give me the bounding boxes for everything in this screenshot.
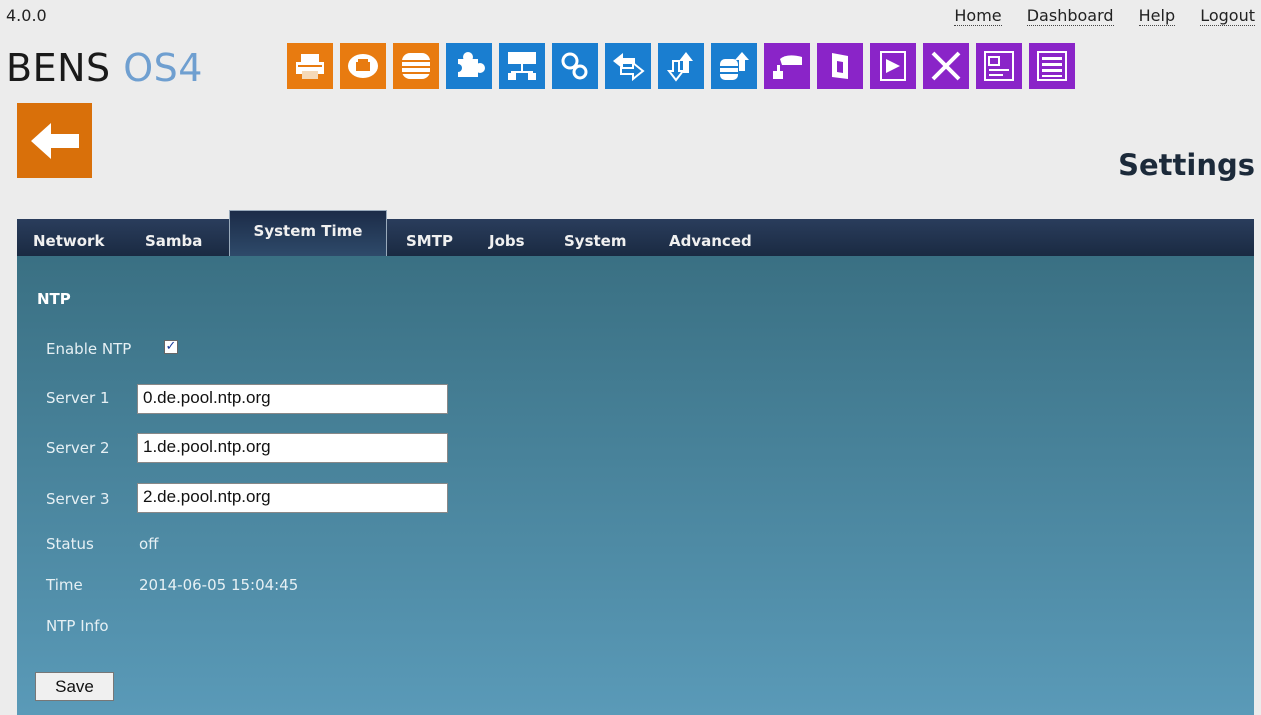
- scanner-icon[interactable]: [764, 43, 810, 89]
- enable-ntp-checkbox[interactable]: ✓: [164, 340, 178, 354]
- form-icon[interactable]: [976, 43, 1022, 89]
- help-link[interactable]: Help: [1138, 6, 1176, 26]
- tab-system-time[interactable]: System Time: [229, 210, 387, 256]
- tab-jobs[interactable]: Jobs: [489, 232, 525, 250]
- list-icon[interactable]: [1029, 43, 1075, 89]
- system-time-panel: NTP Enable NTP ✓ Server 1 0.de.pool.ntp.…: [17, 256, 1254, 715]
- version-label: 4.0.0: [6, 6, 47, 25]
- server3-label: Server 3: [46, 490, 110, 508]
- script-file-icon[interactable]: [870, 43, 916, 89]
- back-button[interactable]: [17, 103, 92, 178]
- section-title: NTP: [37, 290, 71, 308]
- settings-tabs: Network Samba System Time SMTP Jobs Syst…: [17, 210, 1254, 256]
- time-label: Time: [46, 576, 83, 594]
- tab-system[interactable]: System: [564, 232, 626, 250]
- gears-icon[interactable]: [552, 43, 598, 89]
- dashboard-link[interactable]: Dashboard: [1026, 6, 1114, 26]
- status-label: Status: [46, 535, 94, 553]
- time-value: 2014-06-05 15:04:45: [139, 576, 299, 594]
- server2-input[interactable]: 1.de.pool.ntp.org: [137, 433, 448, 463]
- server3-input[interactable]: 2.de.pool.ntp.org: [137, 483, 448, 513]
- ntp-info-label: NTP Info: [46, 617, 109, 635]
- database-icon[interactable]: [393, 43, 439, 89]
- tab-network[interactable]: Network: [33, 232, 104, 250]
- enable-ntp-label: Enable NTP: [46, 340, 132, 358]
- module-icon-bar: [287, 43, 1075, 89]
- brand-os: OS4: [123, 46, 203, 90]
- home-link[interactable]: Home: [954, 6, 1002, 26]
- tab-samba[interactable]: Samba: [145, 232, 202, 250]
- top-links: Home Dashboard Help Logout: [934, 6, 1255, 26]
- database-upload-icon[interactable]: [711, 43, 757, 89]
- cloud-printer-icon[interactable]: [340, 43, 386, 89]
- network-icon[interactable]: [499, 43, 545, 89]
- status-value: off: [139, 535, 159, 553]
- logout-link[interactable]: Logout: [1200, 6, 1255, 26]
- door-icon[interactable]: [817, 43, 863, 89]
- save-button[interactable]: Save: [35, 672, 114, 701]
- puzzle-icon[interactable]: [446, 43, 492, 89]
- tools-icon[interactable]: [923, 43, 969, 89]
- server2-label: Server 2: [46, 439, 110, 457]
- brand-name: BENS: [6, 46, 111, 90]
- up-down-arrows-icon[interactable]: [658, 43, 704, 89]
- server1-label: Server 1: [46, 389, 110, 407]
- brand-logo: BENS OS4: [6, 46, 203, 90]
- tab-advanced[interactable]: Advanced: [669, 232, 752, 250]
- printer-icon[interactable]: [287, 43, 333, 89]
- transfer-icon[interactable]: [605, 43, 651, 89]
- checkmark-icon: ✓: [165, 339, 177, 354]
- server1-input[interactable]: 0.de.pool.ntp.org: [137, 384, 448, 414]
- page-title: Settings: [1118, 148, 1255, 182]
- arrow-left-icon: [30, 122, 79, 159]
- tab-smtp[interactable]: SMTP: [406, 232, 453, 250]
